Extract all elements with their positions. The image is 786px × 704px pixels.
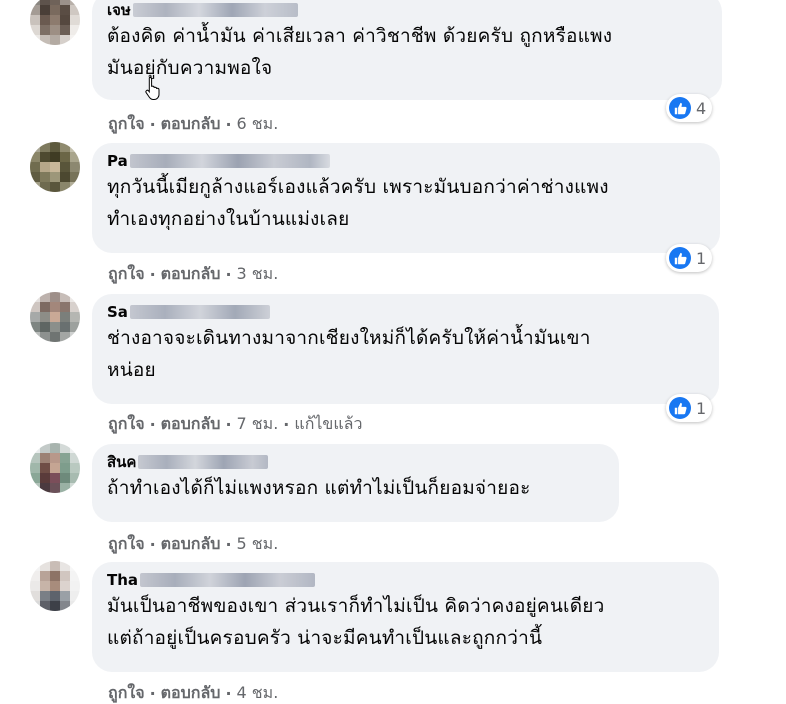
edited-label[interactable]: แก้ไขแล้ว bbox=[294, 412, 362, 437]
comment-text-line: ถ้าทำเองได้ก็ไม่แพงหรอก แต่ทำไม่เป็นก็ยอ… bbox=[107, 477, 531, 499]
reaction-summary[interactable]: 1 bbox=[666, 244, 713, 272]
comment-author[interactable]: เจษ bbox=[107, 0, 708, 20]
reaction-count: 1 bbox=[696, 248, 707, 268]
comment-timestamp[interactable]: 3 ชม. bbox=[237, 262, 279, 287]
separator: · bbox=[225, 415, 232, 434]
comment-text-line: ทุกวันนี้เมียกูล้างแอร์เองแล้วครับ เพราะ… bbox=[107, 176, 609, 198]
separator: · bbox=[283, 415, 290, 434]
like-button[interactable]: ถูกใจ bbox=[108, 532, 145, 557]
blurred-name bbox=[129, 154, 330, 168]
separator: · bbox=[149, 115, 156, 134]
author-name[interactable]: Sa bbox=[107, 302, 128, 322]
author-name[interactable]: Tha bbox=[107, 570, 138, 590]
like-button[interactable]: ถูกใจ bbox=[108, 262, 145, 287]
separator: · bbox=[225, 265, 232, 284]
comment-actions: ถูกใจ · ตอบกลับ · 5 ชม. bbox=[108, 532, 278, 557]
comment-timestamp[interactable]: 6 ชม. bbox=[237, 112, 279, 137]
comment-text-line: ช่างอาจจะเดินทางมาจากเชียงใหม่ก็ได้ครับใ… bbox=[107, 327, 591, 349]
blurred-name bbox=[129, 305, 270, 319]
reply-button[interactable]: ตอบกลับ bbox=[161, 412, 221, 437]
comment-author[interactable]: Pa bbox=[107, 151, 706, 171]
comment-bubble: เจษ ต้องคิด ค่าน้ำมัน ค่าเสียเวลา ค่าวิช… bbox=[92, 0, 722, 100]
reaction-count: 1 bbox=[696, 398, 707, 418]
hand-cursor-icon bbox=[145, 76, 160, 100]
separator: · bbox=[225, 115, 232, 134]
author-name[interactable]: Pa bbox=[107, 151, 128, 171]
avatar[interactable] bbox=[30, 561, 80, 611]
comment-bubble: Pa ทุกวันนี้เมียกูล้างแอร์เองแล้วครับ เพ… bbox=[92, 143, 720, 253]
separator: · bbox=[225, 684, 232, 703]
avatar[interactable] bbox=[30, 142, 80, 192]
comment-timestamp[interactable]: 7 ชม. bbox=[237, 412, 279, 437]
like-reaction-icon bbox=[669, 97, 691, 119]
comment-text-line: หน่อย bbox=[107, 359, 156, 381]
blurred-name bbox=[138, 455, 269, 469]
like-reaction-icon bbox=[669, 247, 691, 269]
author-name[interactable]: เจษ bbox=[107, 0, 131, 20]
avatar[interactable] bbox=[30, 0, 80, 45]
avatar[interactable] bbox=[30, 292, 80, 342]
separator: · bbox=[149, 265, 156, 284]
comment-actions: ถูกใจ · ตอบกลับ · 7 ชม. · แก้ไขแล้ว bbox=[108, 412, 362, 437]
comment-bubble: Tha มันเป็นอาชีพของเขา ส่วนเราก็ทำไม่เป็… bbox=[92, 562, 719, 672]
like-button[interactable]: ถูกใจ bbox=[108, 112, 145, 137]
comment-bubble: สินค ถ้าทำเองได้ก็ไม่แพงหรอก แต่ทำไม่เป็… bbox=[92, 444, 619, 522]
author-name[interactable]: สินค bbox=[107, 452, 136, 472]
reaction-count: 4 bbox=[696, 98, 707, 118]
comment-actions: ถูกใจ · ตอบกลับ · 6 ชม. bbox=[108, 112, 278, 137]
comment-author[interactable]: Sa bbox=[107, 302, 705, 322]
separator: · bbox=[225, 535, 232, 554]
reaction-summary[interactable]: 1 bbox=[666, 394, 713, 422]
reply-button[interactable]: ตอบกลับ bbox=[161, 532, 221, 557]
separator: · bbox=[149, 684, 156, 703]
separator: · bbox=[149, 535, 156, 554]
comment-author[interactable]: สินค bbox=[107, 452, 605, 472]
comment-author[interactable]: Tha bbox=[107, 570, 705, 590]
avatar[interactable] bbox=[30, 443, 80, 493]
comment-timestamp[interactable]: 4 ชม. bbox=[237, 681, 279, 704]
reply-button[interactable]: ตอบกลับ bbox=[161, 262, 221, 287]
comment-bubble: Sa ช่างอาจจะเดินทางมาจากเชียงใหม่ก็ได้คร… bbox=[92, 294, 719, 404]
blurred-name bbox=[132, 3, 298, 17]
like-button[interactable]: ถูกใจ bbox=[108, 681, 145, 704]
reply-button[interactable]: ตอบกลับ bbox=[161, 681, 221, 704]
like-reaction-icon bbox=[669, 397, 691, 419]
comment-text-line: แต่ถ้าอยู่เป็นครอบครัว น่าจะมีคนทำเป็นแล… bbox=[107, 627, 543, 649]
comment-text-line: มันอยู่กับความพอใจ bbox=[107, 57, 273, 79]
like-button[interactable]: ถูกใจ bbox=[108, 412, 145, 437]
reply-button[interactable]: ตอบกลับ bbox=[161, 112, 221, 137]
comment-actions: ถูกใจ · ตอบกลับ · 4 ชม. bbox=[108, 681, 278, 704]
comment-text-line: มันเป็นอาชีพของเขา ส่วนเราก็ทำไม่เป็น คิ… bbox=[107, 595, 605, 617]
blurred-name bbox=[140, 573, 316, 587]
comment-actions: ถูกใจ · ตอบกลับ · 3 ชม. bbox=[108, 262, 278, 287]
reaction-summary[interactable]: 4 bbox=[666, 94, 713, 122]
comment-text-line: ทำเองทุกอย่างในบ้านแม่งเลย bbox=[107, 208, 350, 230]
separator: · bbox=[149, 415, 156, 434]
comment-timestamp[interactable]: 5 ชม. bbox=[237, 532, 279, 557]
comment-text-line: ต้องคิด ค่าน้ำมัน ค่าเสียเวลา ค่าวิชาชีพ… bbox=[107, 25, 613, 47]
